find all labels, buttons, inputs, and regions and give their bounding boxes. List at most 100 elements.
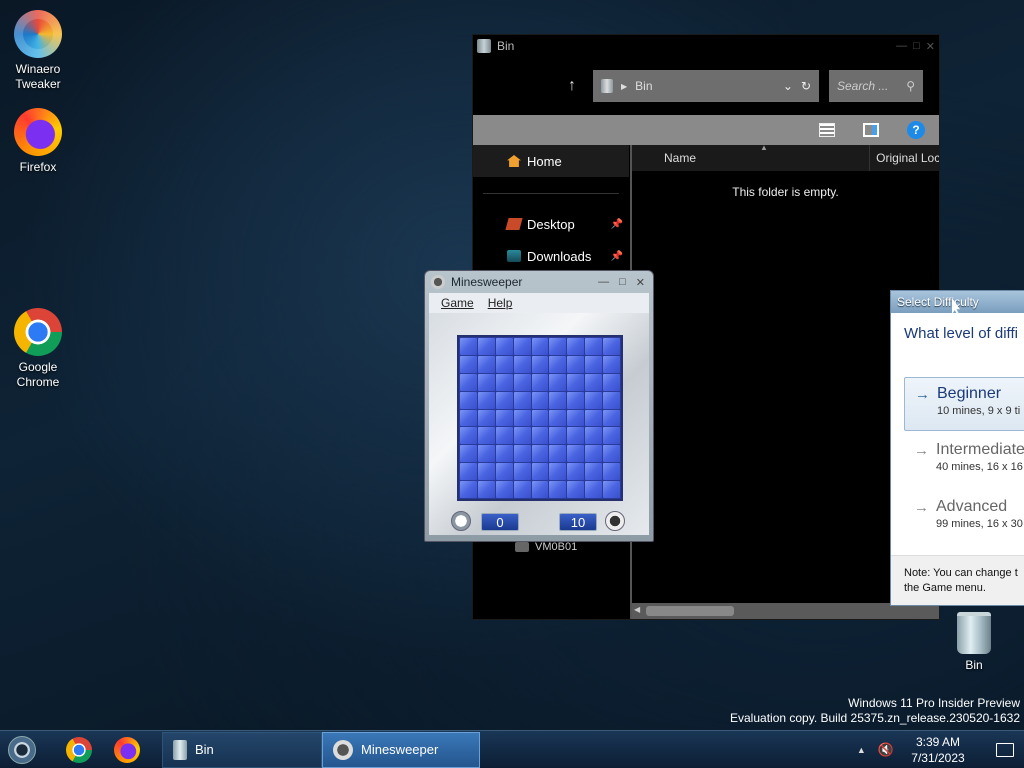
- mine-tile[interactable]: [603, 463, 620, 481]
- mine-tile[interactable]: [585, 355, 603, 373]
- explorer-titlebar[interactable]: Bin — □ ✕: [473, 35, 939, 57]
- mine-tile[interactable]: [477, 338, 495, 355]
- mine-tile[interactable]: [603, 391, 620, 409]
- close-icon[interactable]: ✕: [636, 276, 645, 289]
- sidebar-item-home[interactable]: Home: [473, 145, 629, 177]
- option-intermediate[interactable]: → Intermediate 40 mines, 16 x 16: [904, 434, 1024, 488]
- mine-tile[interactable]: [603, 427, 620, 445]
- mine-tile[interactable]: [495, 481, 513, 498]
- mine-tile[interactable]: [549, 355, 567, 373]
- mine-tile[interactable]: [477, 391, 495, 409]
- mine-tile[interactable]: [477, 409, 495, 427]
- mine-tile[interactable]: [495, 355, 513, 373]
- mine-tile[interactable]: [477, 373, 495, 391]
- mine-tile[interactable]: [567, 355, 585, 373]
- show-hidden-icons-icon[interactable]: ▲: [857, 745, 866, 755]
- mine-tile[interactable]: [460, 463, 477, 481]
- scrollbar-thumb[interactable]: [646, 606, 734, 616]
- desktop-icon-chrome[interactable]: Google Chrome: [2, 308, 74, 390]
- mine-tile[interactable]: [513, 481, 531, 498]
- clock[interactable]: 3:39 AM 7/31/2023: [906, 734, 970, 766]
- minesweeper-titlebar[interactable]: Minesweeper — □ ✕: [429, 271, 649, 293]
- mine-tile[interactable]: [460, 409, 477, 427]
- column-header-original-location[interactable]: Original Loc: [870, 151, 939, 165]
- mine-tile[interactable]: [513, 373, 531, 391]
- mine-tile[interactable]: [460, 391, 477, 409]
- mine-tile[interactable]: [513, 355, 531, 373]
- mine-tile[interactable]: [549, 373, 567, 391]
- mine-tile[interactable]: [567, 338, 585, 355]
- mine-tile[interactable]: [603, 445, 620, 463]
- mine-tile[interactable]: [567, 427, 585, 445]
- mine-tile[interactable]: [531, 338, 549, 355]
- mine-tile[interactable]: [513, 391, 531, 409]
- mine-tile[interactable]: [549, 409, 567, 427]
- mine-tile[interactable]: [549, 445, 567, 463]
- close-icon[interactable]: ✕: [926, 40, 935, 53]
- mine-tile[interactable]: [549, 427, 567, 445]
- address-bar[interactable]: ▶ Bin ⌄ ↻: [593, 70, 819, 102]
- back-forward-buttons[interactable]: [481, 76, 551, 96]
- mine-tile[interactable]: [460, 355, 477, 373]
- mine-tile[interactable]: [531, 373, 549, 391]
- notification-icon[interactable]: [996, 742, 1014, 757]
- menu-help[interactable]: Help: [488, 296, 513, 310]
- option-advanced[interactable]: → Advanced 99 mines, 16 x 30: [904, 491, 1024, 545]
- mine-tile[interactable]: [585, 463, 603, 481]
- chevron-down-icon[interactable]: ⌄: [783, 79, 793, 93]
- desktop-icon-bin[interactable]: Bin: [938, 612, 1010, 673]
- mine-tile[interactable]: [549, 481, 567, 498]
- mine-tile[interactable]: [460, 445, 477, 463]
- mine-tile[interactable]: [477, 463, 495, 481]
- maximize-icon[interactable]: □: [913, 40, 920, 53]
- column-header-name[interactable]: Name: [632, 145, 871, 171]
- mine-tile[interactable]: [495, 373, 513, 391]
- mine-tile[interactable]: [495, 409, 513, 427]
- mine-tile[interactable]: [567, 463, 585, 481]
- mine-tile[interactable]: [513, 445, 531, 463]
- menu-game[interactable]: Game: [441, 296, 474, 310]
- mine-tile[interactable]: [603, 355, 620, 373]
- mine-tile[interactable]: [603, 338, 620, 355]
- mine-tile[interactable]: [513, 338, 531, 355]
- minimize-icon[interactable]: —: [896, 40, 907, 53]
- mine-tile[interactable]: [495, 445, 513, 463]
- volume-muted-icon[interactable]: 🔇: [878, 742, 894, 758]
- mine-tile[interactable]: [567, 409, 585, 427]
- mine-tile[interactable]: [531, 391, 549, 409]
- firefox-icon[interactable]: [114, 736, 140, 763]
- up-arrow-icon[interactable]: ↑: [561, 77, 583, 95]
- mine-tile[interactable]: [567, 445, 585, 463]
- mine-tile[interactable]: [495, 463, 513, 481]
- start-button[interactable]: [8, 735, 36, 764]
- mine-tile[interactable]: [585, 445, 603, 463]
- mine-tile[interactable]: [513, 409, 531, 427]
- mine-tile[interactable]: [585, 338, 603, 355]
- mine-tile[interactable]: [585, 391, 603, 409]
- taskbar-button-minesweeper[interactable]: Minesweeper: [322, 731, 480, 768]
- sidebar-item-desktop[interactable]: Desktop 📌: [473, 208, 629, 240]
- mine-tile[interactable]: [460, 481, 477, 498]
- mine-tile[interactable]: [549, 338, 567, 355]
- minimize-icon[interactable]: —: [598, 276, 609, 289]
- mine-tile[interactable]: [603, 481, 620, 498]
- mine-tile[interactable]: [495, 338, 513, 355]
- mine-tile[interactable]: [531, 427, 549, 445]
- mine-tile[interactable]: [460, 427, 477, 445]
- sidebar-item-downloads[interactable]: Downloads 📌: [473, 240, 629, 272]
- refresh-icon[interactable]: ↻: [801, 79, 811, 93]
- mine-tile[interactable]: [460, 338, 477, 355]
- maximize-icon[interactable]: □: [619, 276, 626, 289]
- details-view-icon[interactable]: [819, 123, 835, 137]
- mine-tile[interactable]: [460, 373, 477, 391]
- mine-tile[interactable]: [585, 427, 603, 445]
- mine-tile[interactable]: [495, 391, 513, 409]
- mine-tile[interactable]: [567, 373, 585, 391]
- taskbar-button-bin[interactable]: Bin: [162, 731, 322, 768]
- mine-tile[interactable]: [531, 409, 549, 427]
- mine-tile[interactable]: [567, 391, 585, 409]
- mine-tile[interactable]: [531, 355, 549, 373]
- mine-tile[interactable]: [531, 445, 549, 463]
- mine-tile[interactable]: [585, 373, 603, 391]
- desktop-icon-winaero-tweaker[interactable]: Winaero Tweaker: [2, 10, 74, 92]
